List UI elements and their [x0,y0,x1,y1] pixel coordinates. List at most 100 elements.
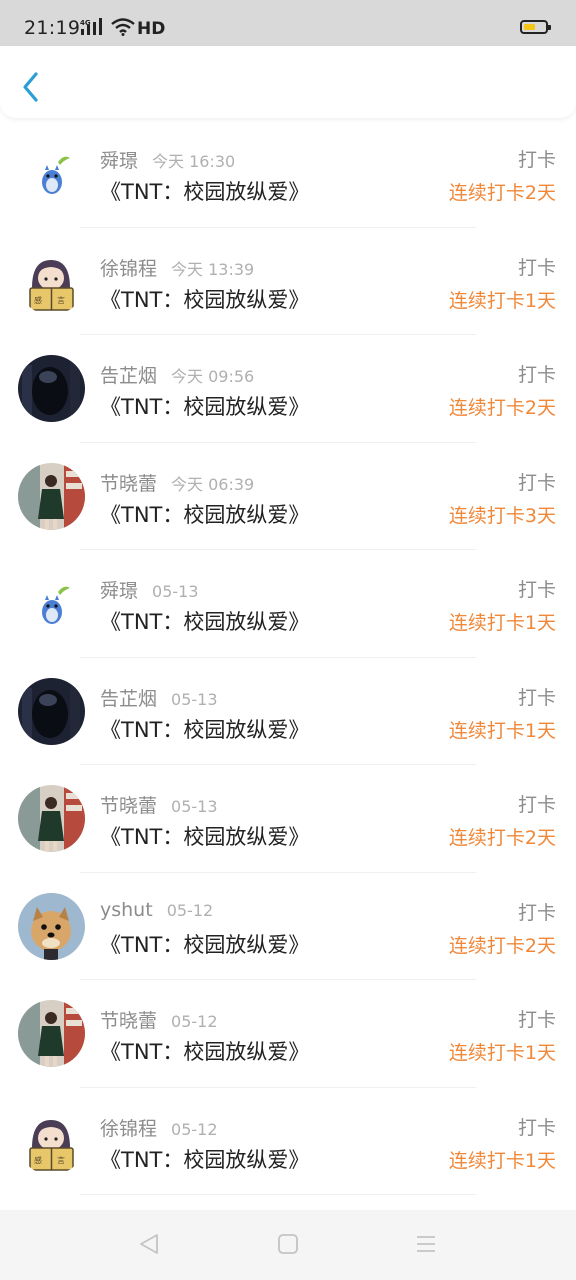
avatar[interactable]: 感言 [18,247,85,315]
user-name-text: 徐锦程 [100,1117,158,1140]
post-time: 05-13 [152,582,199,601]
totoro-avatar-icon [18,570,85,637]
chevron-left-icon [23,72,38,102]
street-photo-avatar-icon [18,1000,85,1067]
totoro-avatar-icon [18,140,85,207]
user-name-text: 节晓蕾 [100,1010,158,1032]
streak-label: 连续打卡1天 [448,1042,556,1064]
streak-label: 连续打卡3天 [448,504,556,527]
streak-label: 连续打卡1天 [448,1149,556,1172]
list-item[interactable]: 舜璟 今天 16:30 《TNT：校园放纵爱》 打卡 连续打卡2天 [0,120,576,228]
user-name: 节晓蕾 今天 06:39 [100,469,254,496]
streak-label: 连续打卡2天 [448,182,556,204]
svg-text:言: 言 [57,295,65,305]
checkin-tag: 打卡 [517,149,556,171]
user-name: 告芷烟 今天 09:56 [100,361,254,388]
user-name: 徐锦程 今天 13:39 [100,254,254,281]
book-title: 《TNT：校园放纵爱》 [100,717,310,742]
list-item[interactable]: 感言 徐锦程 今天 13:39 《TNT：校园放纵爱》 打卡 连续打卡1天 [0,228,576,335]
reader-avatar-icon: 感言 [18,247,85,315]
streak-label: 连续打卡2天 [448,827,556,849]
street-photo-avatar-icon [18,462,85,530]
post-time: 05-12 [166,900,214,920]
avatar[interactable] [18,785,85,852]
book-title: 《TNT：校园放纵爱》 [100,180,310,204]
user-name-text: 节晓蕾 [100,795,158,817]
avatar[interactable]: 感言 [18,1107,85,1175]
user-name: 节晓蕾 05-12 [100,1006,218,1033]
battery-icon [520,20,551,34]
post-time: 今天 06:39 [171,474,255,494]
book-title: 《TNT：校园放纵爱》 [100,395,310,419]
list-item[interactable]: 节晓蕾 05-12 《TNT：校园放纵爱》 打卡 连续打卡1天 [0,980,576,1088]
dark-photo-avatar-icon [18,355,85,422]
dog-photo-avatar-icon [18,892,85,960]
status-time: 21:19 [24,17,81,39]
user-name-text: 徐锦程 [100,257,158,280]
checkin-tag: 打卡 [517,256,556,279]
triangle-back-icon [140,1234,158,1254]
list-item[interactable]: 感言 徐锦程 05-12 《TNT：校园放纵爱》 打卡 连续打卡1天 [0,1088,576,1195]
user-name-text: 节晓蕾 [100,472,158,495]
book-title: 《TNT：校园放纵爱》 [100,1147,310,1172]
post-time: 05-13 [171,797,218,816]
book-title: 《TNT：校园放纵爱》 [100,932,310,957]
header [0,46,576,118]
square-home-icon [278,1234,298,1254]
checkin-tag: 打卡 [517,1009,556,1031]
list-item[interactable]: 舜璟 05-13 《TNT：校园放纵爱》 打卡 连续打卡1天 [0,550,576,658]
book-title: 《TNT：校园放纵爱》 [100,287,310,312]
book-title: 《TNT：校园放纵爱》 [100,825,310,849]
nav-menu-button[interactable] [414,1232,438,1256]
avatar[interactable] [18,1000,85,1067]
dark-photo-avatar-icon [18,677,85,745]
svg-text:感: 感 [34,295,42,305]
list-item[interactable]: yshut 05-12 《TNT：校园放纵爱》 打卡 连续打卡2天 [0,873,576,980]
divider [80,1194,476,1195]
streak-label: 连续打卡2天 [448,934,556,957]
user-name-text: 舜璟 [100,580,139,602]
signal-icon: 4G [80,18,102,35]
post-time: 05-12 [171,1012,218,1031]
reader-avatar-icon: 感言 [18,1107,85,1175]
nav-back-button[interactable] [137,1232,161,1256]
user-name: 徐锦程 05-12 [100,1114,218,1141]
checkin-tag: 打卡 [517,364,556,386]
back-button[interactable] [16,68,48,104]
list-item[interactable]: 节晓蕾 今天 06:39 《TNT：校园放纵爱》 打卡 连续打卡3天 [0,443,576,550]
user-name: 舜璟 05-13 [100,576,199,603]
user-name-text: 舜璟 [100,150,139,172]
streak-label: 连续打卡1天 [448,612,556,634]
user-name: 节晓蕾 05-13 [100,791,218,818]
checkin-tag: 打卡 [517,794,556,816]
user-name: yshut 05-12 [100,899,213,921]
system-nav-bar [0,1210,576,1280]
user-name: 舜璟 今天 16:30 [100,146,235,173]
avatar[interactable] [18,677,85,745]
list-item[interactable]: 节晓蕾 05-13 《TNT：校园放纵爱》 打卡 连续打卡2天 [0,765,576,873]
streak-label: 连续打卡1天 [448,719,556,742]
list-item[interactable]: 告芷烟 05-13 《TNT：校园放纵爱》 打卡 连续打卡1天 [0,658,576,765]
avatar[interactable] [18,570,85,637]
user-name-text: yshut [100,898,153,921]
avatar[interactable] [18,892,85,960]
user-name-text: 告芷烟 [100,365,158,387]
battery-fill [524,24,535,30]
svg-text:言: 言 [57,1155,65,1165]
list-item[interactable]: 告芷烟 今天 09:56 《TNT：校园放纵爱》 打卡 连续打卡2天 [0,335,576,443]
streak-label: 连续打卡1天 [448,289,556,312]
post-time: 05-12 [171,1119,218,1139]
avatar[interactable] [18,140,85,207]
user-name: 告芷烟 05-13 [100,684,218,711]
nav-home-button[interactable] [276,1232,300,1256]
avatar[interactable] [18,462,85,530]
post-time: 05-13 [171,689,218,709]
checkin-tag: 打卡 [517,1116,556,1139]
avatar[interactable] [18,355,85,422]
menu-lines-icon [417,1236,435,1252]
checkin-list: 舜璟 今天 16:30 《TNT：校园放纵爱》 打卡 连续打卡2天 感言 徐锦程今… [0,120,576,1195]
hd-indicator: HD [137,19,166,39]
checkin-tag: 打卡 [517,686,556,709]
book-title: 《TNT：校园放纵爱》 [100,610,310,634]
streak-label: 连续打卡2天 [448,397,556,419]
